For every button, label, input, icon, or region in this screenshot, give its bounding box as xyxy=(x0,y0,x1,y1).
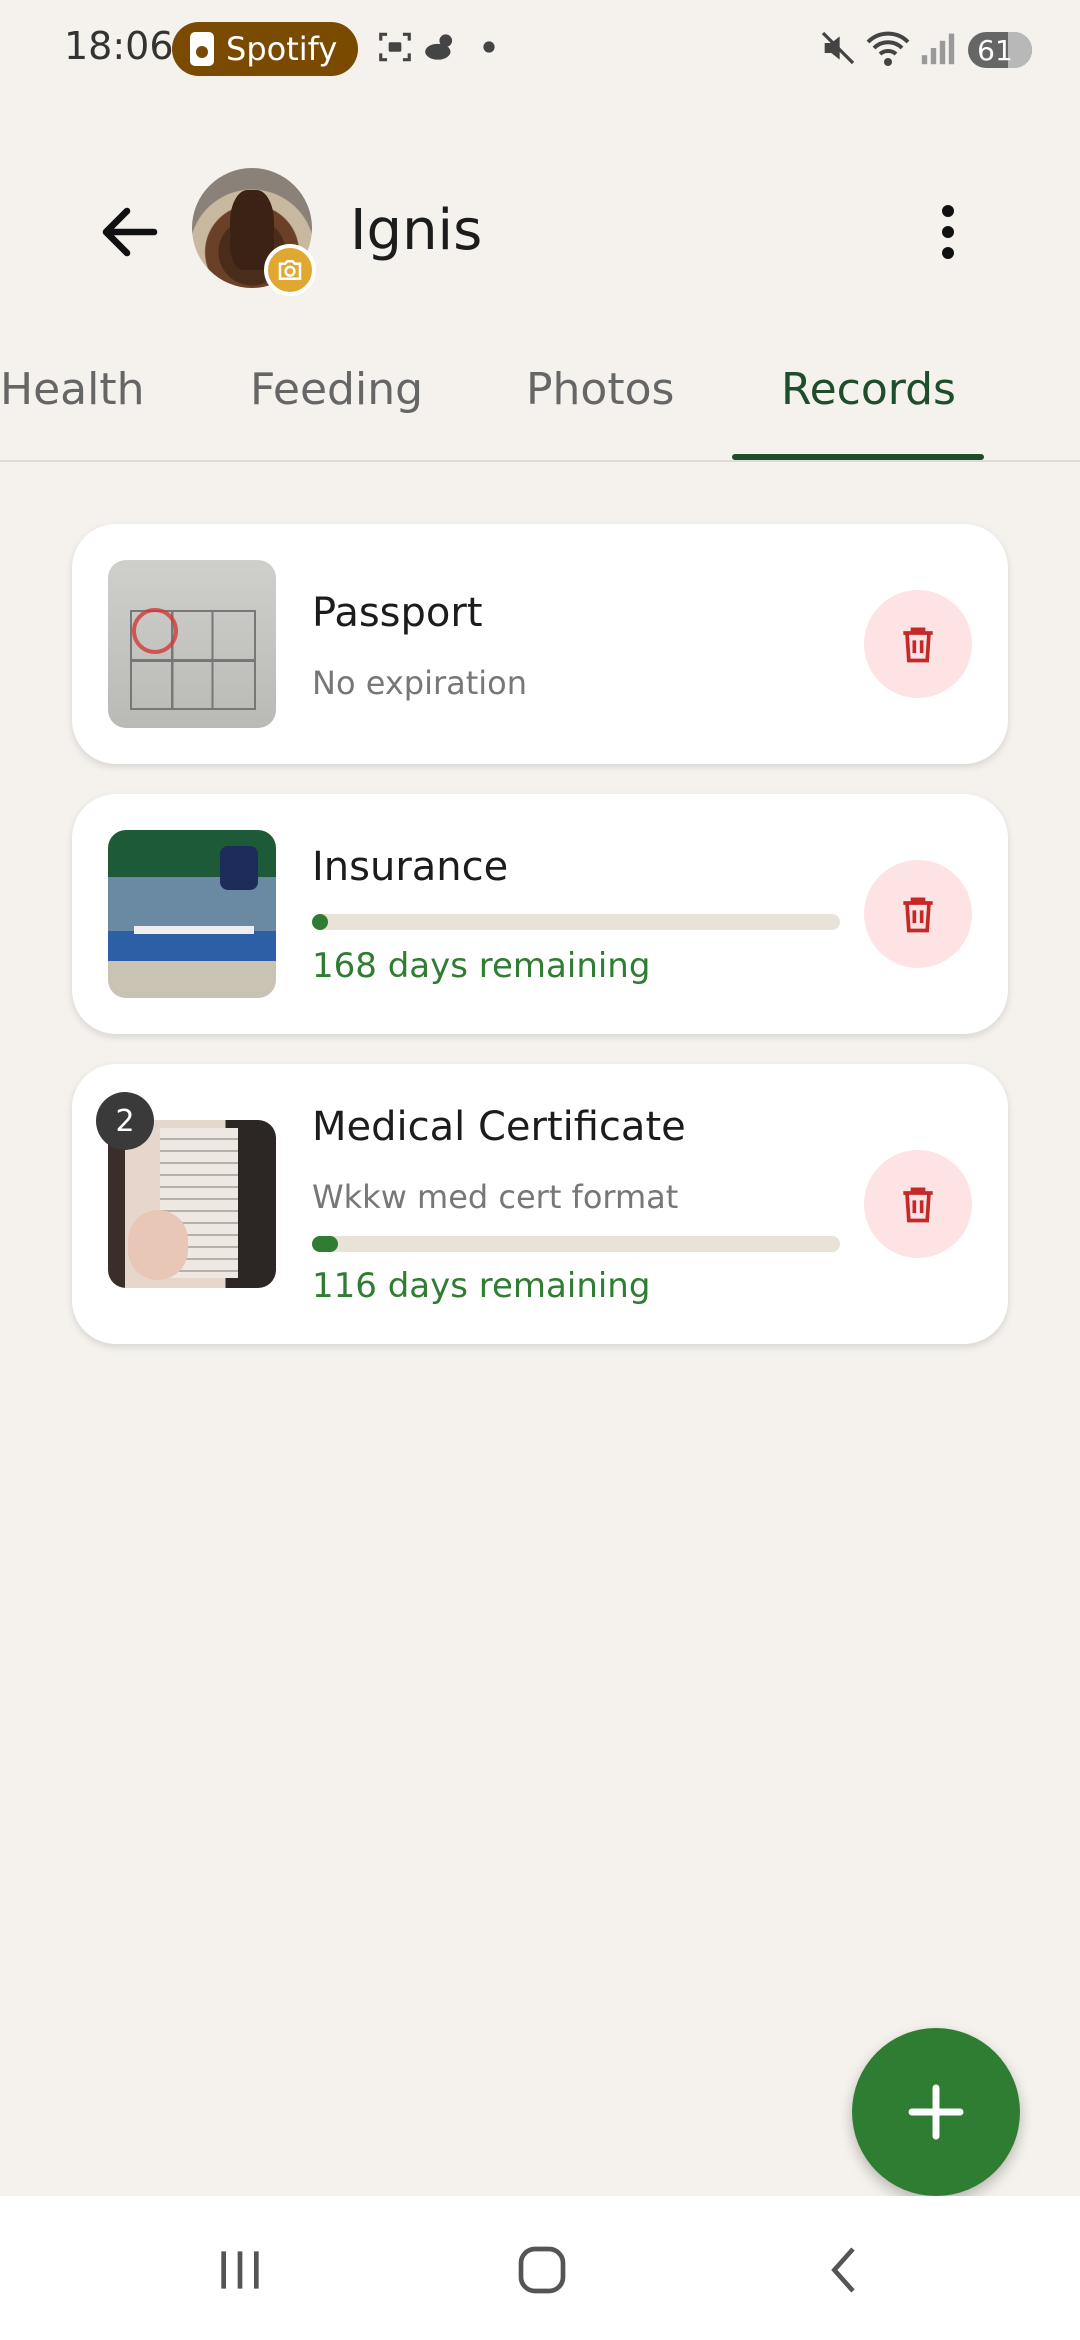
avatar[interactable] xyxy=(192,168,316,296)
stamp-mark xyxy=(132,608,178,654)
days-remaining: 116 days remaining xyxy=(312,1266,651,1306)
expiry-progress-bar xyxy=(312,1236,840,1252)
change-photo-button[interactable] xyxy=(264,244,316,296)
signal-icon xyxy=(921,33,955,65)
trash-icon xyxy=(903,897,933,933)
trash-icon xyxy=(903,627,933,663)
notification-dot-icon xyxy=(483,41,495,53)
record-subtitle: No expiration xyxy=(312,664,528,702)
more-vert-icon xyxy=(942,205,954,259)
records-screen: 18:06 Spotify 61 Ignis Health Feeding Ph… xyxy=(0,0,1080,2340)
system-nav-bar xyxy=(0,2196,1080,2340)
badge-mark xyxy=(220,846,258,890)
home-button[interactable] xyxy=(502,2238,582,2302)
delete-button[interactable] xyxy=(864,590,972,698)
record-title: Insurance xyxy=(312,844,509,890)
home-icon xyxy=(518,2246,566,2294)
top-app-bar: Ignis xyxy=(0,160,1080,300)
record-card-medical-certificate[interactable]: 2 Medical Certificate Wkkw med cert form… xyxy=(72,1064,1008,1344)
expiry-progress-fill xyxy=(312,1236,339,1252)
delete-button[interactable] xyxy=(864,860,972,968)
chevron-left-icon xyxy=(831,2247,855,2293)
hand-image xyxy=(128,1210,188,1280)
tab-photos[interactable]: Photos xyxy=(526,364,674,415)
tab-records[interactable]: Records xyxy=(781,364,956,415)
media-app-label: Spotify xyxy=(226,30,338,68)
back-nav-button[interactable] xyxy=(806,2238,886,2302)
tab-bar: Health Feeding Photos Records xyxy=(0,340,1080,462)
record-card-passport[interactable]: Passport No expiration xyxy=(72,524,1008,764)
mute-icon xyxy=(821,31,855,65)
record-card-insurance[interactable]: Insurance 168 days remaining xyxy=(72,794,1008,1034)
camera-icon xyxy=(278,260,302,280)
trash-icon xyxy=(903,1187,933,1223)
recents-button[interactable] xyxy=(200,2238,280,2302)
arrow-back-icon xyxy=(102,207,158,257)
document-image xyxy=(134,926,254,934)
back-button[interactable] xyxy=(94,196,166,268)
expiry-progress-bar xyxy=(312,914,840,930)
record-thumbnail[interactable] xyxy=(108,830,276,998)
wifi-icon xyxy=(866,31,910,66)
status-bar: 18:06 Spotify 61 xyxy=(0,0,1080,100)
plus-icon xyxy=(908,2084,964,2140)
record-subtitle: Wkkw med cert format xyxy=(312,1178,679,1216)
recents-icon xyxy=(221,2251,259,2289)
battery-level: 61 xyxy=(977,33,1013,67)
weather-icon xyxy=(425,34,453,60)
delete-button[interactable] xyxy=(864,1150,972,1258)
status-time: 18:06 xyxy=(64,24,174,68)
more-options-button[interactable] xyxy=(918,196,978,268)
tab-health[interactable]: Health xyxy=(0,364,144,415)
record-title: Passport xyxy=(312,590,483,636)
add-record-button[interactable] xyxy=(852,2028,1020,2196)
battery-indicator: 61 xyxy=(968,32,1032,68)
record-thumbnail[interactable] xyxy=(108,560,276,728)
tab-indicator xyxy=(732,454,984,460)
speaker-icon xyxy=(190,32,214,66)
screenshot-icon xyxy=(379,32,411,62)
media-chip[interactable]: Spotify xyxy=(172,22,358,76)
days-remaining: 168 days remaining xyxy=(312,946,651,986)
page-title: Ignis xyxy=(350,198,483,263)
tab-feeding[interactable]: Feeding xyxy=(250,364,423,415)
photo-count-badge: 2 xyxy=(96,1092,154,1150)
expiry-progress-fill xyxy=(312,914,328,930)
record-title: Medical Certificate xyxy=(312,1104,686,1150)
